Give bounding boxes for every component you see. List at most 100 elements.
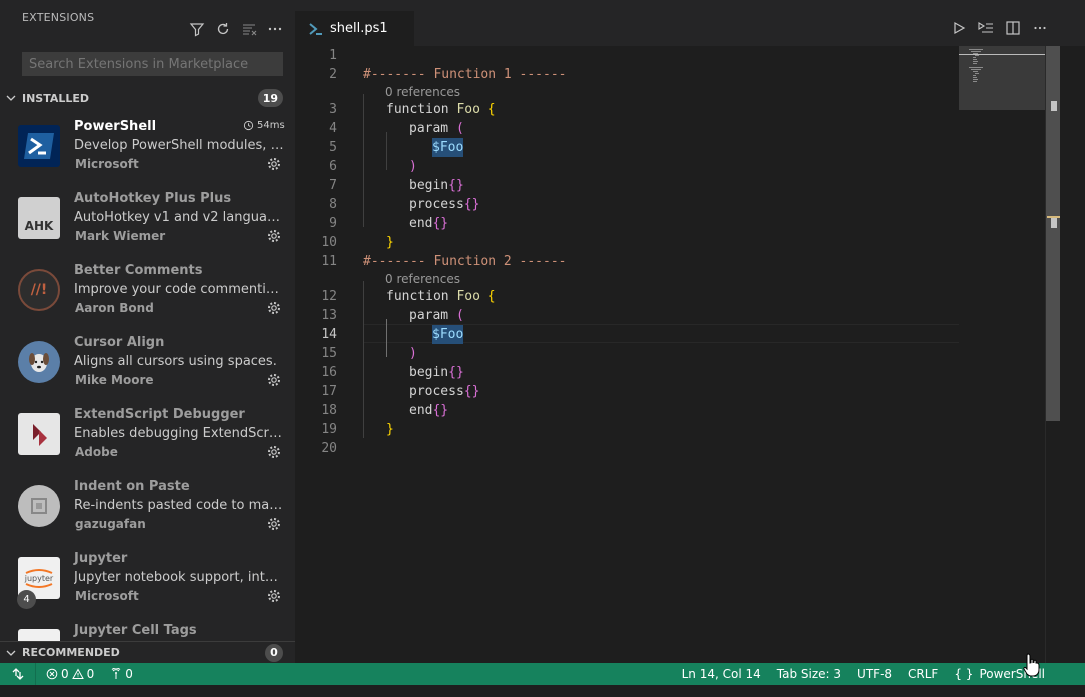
gear-icon[interactable] <box>266 588 282 604</box>
code-line: 19} <box>295 420 959 439</box>
extension-item-jupyter[interactable]: jupyter 4 Jupyter Jupyter notebook suppo… <box>0 543 295 615</box>
codelens-references[interactable]: 0 references <box>385 271 460 287</box>
ports-indicator[interactable]: 0 <box>110 667 133 681</box>
code-text: } <box>386 422 394 437</box>
problems-indicator[interactable]: 0 0 <box>46 667 94 681</box>
powershell-icon <box>18 125 60 167</box>
code-editor[interactable]: 1 2 #------- Function 1 ------ 0 referenc… <box>295 46 1085 663</box>
powershell-file-icon <box>309 22 322 35</box>
jupyter-logo-text: jupyter <box>24 573 54 583</box>
code-text: begin{} <box>409 365 464 380</box>
code-line: 10} <box>295 233 959 252</box>
status-right-items: Ln 14, Col 14 Tab Size: 3 UTF-8 CRLF { }… <box>682 663 1045 685</box>
code-text: ) <box>409 159 417 174</box>
installed-label: INSTALLED <box>22 91 90 105</box>
extension-publisher: Aaron Bond <box>75 301 154 315</box>
extension-item-autohotkey[interactable]: AHK AutoHotkey Plus Plus AutoHotkey v1 a… <box>0 183 295 255</box>
cursor-position[interactable]: Ln 14, Col 14 <box>682 667 761 681</box>
activation-time-text: 54ms <box>257 120 285 131</box>
gear-icon[interactable] <box>266 156 282 172</box>
extension-name: ExtendScript Debugger <box>74 407 245 422</box>
extension-item-extendscript-debugger[interactable]: ExtendScript Debugger Enables debugging … <box>0 399 295 471</box>
code-line: 1 <box>295 46 959 65</box>
extension-item-indent-on-paste[interactable]: Indent on Paste Re-indents pasted code t… <box>0 471 295 543</box>
tab-size[interactable]: Tab Size: 3 <box>777 667 841 681</box>
line-number: 5 <box>329 140 337 155</box>
extension-description: Develop PowerShell modules, com... <box>74 138 284 153</box>
encoding[interactable]: UTF-8 <box>857 667 892 681</box>
gear-icon[interactable] <box>266 228 282 244</box>
code-text: end{} <box>409 216 449 231</box>
code-text: begin{} <box>409 178 464 193</box>
better-comments-icon: //! <box>18 269 60 311</box>
ahk-icon: AHK <box>18 197 60 239</box>
gear-icon[interactable] <box>266 444 282 460</box>
error-count: 0 <box>61 667 69 681</box>
ports-count: 0 <box>125 667 133 681</box>
history-icon <box>243 120 254 131</box>
extension-item-powershell[interactable]: PowerShell 54ms Develop PowerShell modul… <box>0 111 295 183</box>
filter-icon[interactable] <box>187 19 207 39</box>
variable-text: $Foo <box>432 138 464 157</box>
extension-publisher: Microsoft <box>75 589 139 603</box>
extension-name: AutoHotkey Plus Plus <box>74 191 232 206</box>
error-icon <box>46 668 58 680</box>
code-line: 7 begin{} <box>295 176 959 195</box>
sidebar-actions <box>187 19 285 39</box>
line-number: 13 <box>321 308 337 323</box>
installed-count-badge: 19 <box>257 89 283 107</box>
run-selection-icon[interactable] <box>977 19 995 37</box>
run-icon[interactable] <box>950 19 968 37</box>
gear-icon[interactable] <box>266 516 282 532</box>
line-number: 9 <box>329 216 337 231</box>
gear-icon[interactable] <box>266 372 282 388</box>
minimap[interactable] <box>959 46 1045 110</box>
split-editor-icon[interactable] <box>1004 19 1022 37</box>
code-text: process{} <box>409 384 480 399</box>
comment-text: #------- Function 1 ------ <box>363 67 567 82</box>
extension-name: Jupyter <box>74 551 128 566</box>
activation-time: 54ms <box>243 120 285 131</box>
code-line: 8 process{} <box>295 195 959 214</box>
remote-icon <box>12 668 23 680</box>
more-actions-icon[interactable] <box>1031 19 1049 37</box>
search-input[interactable] <box>22 52 283 76</box>
code-text: } <box>386 235 394 250</box>
line-number: 6 <box>329 159 337 174</box>
codelens-references[interactable]: 0 references <box>385 84 460 100</box>
extension-name: PowerShell <box>74 119 157 134</box>
variable-text: $Foo <box>432 325 464 344</box>
line-number: 4 <box>329 121 337 136</box>
extension-list: PowerShell 54ms Develop PowerShell modul… <box>0 111 295 641</box>
line-number: 7 <box>329 178 337 193</box>
warning-icon <box>71 668 84 679</box>
line-number: 2 <box>329 67 337 82</box>
extension-item-jupyter-cell-tags[interactable]: Jupyter Cell Tags <box>0 615 295 641</box>
code-text: param ( <box>409 121 464 136</box>
antenna-icon <box>111 668 121 679</box>
refresh-icon[interactable] <box>213 19 233 39</box>
window-bottom-edge <box>0 685 1085 697</box>
extension-item-better-comments[interactable]: //! Better Comments Improve your code co… <box>0 255 295 327</box>
scrollbar-cursor-marker <box>1047 216 1060 218</box>
tab-shell-ps1[interactable]: shell.ps1 <box>295 11 414 46</box>
extension-description: Improve your code commenting b... <box>74 282 284 297</box>
recommended-count-badge: 0 <box>265 643 283 662</box>
line-number: 12 <box>321 289 337 304</box>
line-ending[interactable]: CRLF <box>908 667 938 681</box>
installed-section-header[interactable]: INSTALLED 19 <box>0 87 295 109</box>
clear-icon[interactable] <box>239 19 259 39</box>
gear-icon[interactable] <box>266 300 282 316</box>
remote-indicator[interactable] <box>0 663 36 685</box>
braces-icon: { } <box>954 667 974 681</box>
more-actions-icon[interactable] <box>265 19 285 39</box>
extension-publisher: Mark Wiemer <box>75 229 166 243</box>
extension-description: Aligns all cursors using spaces. <box>74 354 277 369</box>
extension-item-cursor-align[interactable]: Cursor Align Aligns all cursors using sp… <box>0 327 295 399</box>
code-text: function Foo { <box>386 289 496 304</box>
code-line: 11 #------- Function 2 ------ <box>295 252 959 271</box>
extendscript-icon <box>18 413 60 455</box>
recommended-section-header[interactable]: RECOMMENDED 0 <box>0 641 295 663</box>
jupyter-icon <box>18 629 60 641</box>
code-line: 17 process{} <box>295 382 959 401</box>
